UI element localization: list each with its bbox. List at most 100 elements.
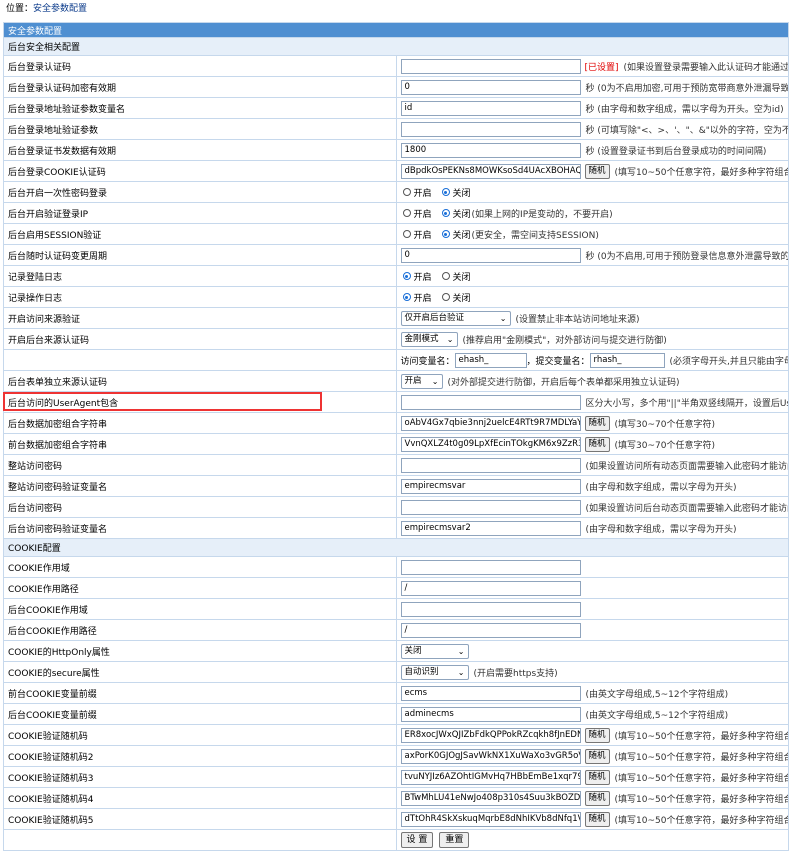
reset-button[interactable]: 重置 (439, 832, 470, 848)
row-label: COOKIE验证随机码2 (3, 745, 397, 767)
admin-source-code-select[interactable]: 金刚模式 ⌄ (400, 331, 458, 347)
table-row: 整站访问密码 (如果设置访问所有动态页面需要输入此密码才能访问，不修改请留空，如… (3, 454, 789, 476)
row-label: COOKIE验证随机码4 (3, 787, 397, 809)
radio-off[interactable] (441, 188, 450, 196)
random-button[interactable]: 随机 (584, 163, 610, 179)
visit-var-input[interactable]: ehash_ (454, 352, 527, 368)
radio-on[interactable] (402, 293, 411, 301)
hint: (由字母和数字组成，需以字母为开头) (585, 524, 737, 535)
table-row: 后台登录地址验证参数 秒 (可填写除"<、>、'、"、&"以外的字符，空为不开启… (3, 118, 789, 140)
radio-on[interactable] (402, 188, 411, 196)
random-button[interactable]: 随机 (584, 748, 610, 764)
random-button[interactable]: 随机 (584, 436, 610, 452)
radio-on-label: 开启 (413, 230, 432, 241)
table-row: 后台访问密码验证变量名 empirecmsvar2 (由字母和数字组成，需以字母为… (3, 517, 789, 539)
row-label: COOKIE验证随机码3 (3, 766, 397, 788)
front-encrypt-string-input[interactable]: VvnQXLZ4t0g09LpXfEcinTOkgKM6x9ZzR3 (400, 436, 581, 452)
row-label: COOKIE作用路径 (3, 577, 397, 599)
login-cookie-code-input[interactable]: dBpdkOsPEKNs8MOWKsoSd4UAcXBOHAQ (400, 163, 581, 179)
section-cookie-title: COOKIE配置 (3, 538, 789, 557)
security-config-table: 安全参数配置 后台安全相关配置 后台登录认证码 [已设置] (如果设置登录需要输入… (3, 22, 789, 851)
admin-cookie-path-input[interactable]: / (400, 622, 581, 638)
row-label (3, 829, 397, 851)
hint: 秒 (0为不启用,可用于预防登录信息意外泄露导致的安全问题) (585, 251, 788, 262)
cookie-random-code2-input[interactable]: axPorK0GJOgJSavWkNX1XuWaXo3vGR5oV (400, 748, 581, 764)
radio-off[interactable] (441, 209, 450, 217)
cookie-domain-input[interactable] (400, 559, 581, 575)
random-button[interactable]: 随机 (584, 790, 610, 806)
random-button[interactable]: 随机 (584, 727, 610, 743)
hint: (填写10~50个任意字符，最好多种字符组合) (614, 752, 789, 763)
admin-password-var-input[interactable]: empirecmsvar2 (400, 520, 581, 536)
cookie-random-code5-input[interactable]: dTtOhR4SkXskuqMqrbE8dNhIKVb8dNfq1V (400, 811, 581, 827)
cookie-random-code3-input[interactable]: tvuNYJIz6AZOhtIGMvHq7HBbEmBe1xqr79 (400, 769, 581, 785)
cookie-path-input[interactable]: / (400, 580, 581, 596)
site-password-var-input[interactable]: empirecmsvar (400, 478, 581, 494)
admin-encrypt-string-input[interactable]: oAbV4Gx7qbie3nnj2uelcE4RTt9R7MDLYaY (400, 415, 581, 431)
random-button[interactable]: 随机 (584, 769, 610, 785)
hint: (对外部提交进行防御，开启后每个表单都采用独立认证码) (447, 377, 680, 388)
breadcrumb-link[interactable]: 安全参数配置 (33, 4, 87, 14)
httponly-select[interactable]: 关闭 ⌄ (400, 643, 469, 659)
form-source-code-select[interactable]: 开启 ⌄ (400, 373, 443, 389)
chevron-down-icon: ⌄ (446, 334, 454, 344)
chevron-down-icon: ⌄ (499, 313, 507, 323)
hint: (由英文字母组成,5~12个字符组成) (585, 689, 729, 700)
row-label: 整站访问密码 (3, 454, 397, 476)
breadcrumb: 位置：安全参数配置 (0, 0, 792, 18)
table-row: 开启访问来源验证 仅开启后台验证 ⌄ (设置禁止非本站访问地址来源) (3, 307, 789, 329)
hint: 秒 (由字母和数字组成，需以字母为开头。空为id) (585, 104, 784, 115)
row-label: 后台开启验证登录IP (3, 202, 397, 224)
useragent-input[interactable] (400, 394, 581, 410)
row-label: 后台登录地址验证参数 (3, 118, 397, 140)
submit-button[interactable]: 设 置 (400, 832, 434, 848)
row-label: 后台访问密码验证变量名 (3, 517, 397, 539)
referer-check-select[interactable]: 仅开启后台验证 ⌄ (400, 310, 511, 326)
hint: (填写30~70个任意字符) (614, 419, 715, 430)
login-auth-code-input[interactable] (400, 58, 581, 74)
table-row: 后台启用SESSION验证 开启 关闭(更安全，需空间支持SESSION) (3, 223, 789, 245)
row-label: COOKIE验证随机码5 (3, 808, 397, 830)
row-label: 后台开启一次性密码登录 (3, 181, 397, 203)
cert-expire-input[interactable]: 1800 (400, 142, 581, 158)
login-param-name-input[interactable]: id (400, 100, 581, 116)
cookie-random-code4-input[interactable]: BTwMhLU41eNwJo408p310s4Suu3kBOZD (400, 790, 581, 806)
row-label: 记录登陆日志 (3, 265, 397, 287)
select-value: 自动识别 (404, 666, 439, 677)
front-cookie-prefix-input[interactable]: ecms (400, 685, 581, 701)
radio-on[interactable] (402, 209, 411, 217)
chevron-down-icon: ⌄ (431, 376, 439, 386)
secure-select[interactable]: 自动识别 ⌄ (400, 664, 469, 680)
admin-cookie-prefix-input[interactable]: adminecms (400, 706, 581, 722)
table-row: 后台开启一次性密码登录 开启 关闭 (3, 181, 789, 203)
hint: (填写10~50个任意字符，最好多种字符组合) (614, 167, 789, 178)
login-param-input[interactable] (400, 121, 581, 137)
radio-off[interactable] (441, 272, 450, 280)
random-button[interactable]: 随机 (584, 811, 610, 827)
admin-password-input[interactable] (400, 499, 581, 515)
radio-on[interactable] (402, 272, 411, 280)
row-label (3, 349, 397, 371)
radio-off[interactable] (441, 230, 450, 238)
row-label: 后台登录认证码加密有效期 (3, 76, 397, 98)
radio-off[interactable] (441, 293, 450, 301)
select-value: 金刚模式 (404, 333, 439, 344)
row-label: 后台数据加密组合字符串 (3, 412, 397, 434)
table-row: COOKIE验证随机码5 dTtOhR4SkXskuqMqrbE8dNhIKVb… (3, 808, 789, 830)
chevron-down-icon: ⌄ (457, 646, 465, 656)
submit-var-input[interactable]: rhash_ (589, 352, 665, 368)
row-label: 前台COOKIE变量前缀 (3, 682, 397, 704)
auth-change-period-input[interactable]: 0 (400, 247, 581, 263)
auth-code-expire-input[interactable]: 0 (400, 79, 581, 95)
table-row: 访问变量名：ehash_，提交变量名：rhash_ (必须字母开头,并且只能由字母… (3, 349, 789, 371)
table-header: 安全参数配置 (3, 22, 789, 38)
site-password-input[interactable] (400, 457, 581, 473)
random-button[interactable]: 随机 (584, 415, 610, 431)
table-row: 整站访问密码验证变量名 empirecmsvar (由字母和数字组成，需以字母为开… (3, 475, 789, 497)
radio-on[interactable] (402, 230, 411, 238)
admin-cookie-domain-input[interactable] (400, 601, 581, 617)
radio-off-label: 关闭 (452, 293, 471, 304)
cookie-random-code-input[interactable]: ER8xocJWxQJIZbFdkQPPokRZcqkh8fJnEDN (400, 727, 581, 743)
radio-off-label: 关闭 (452, 272, 471, 283)
radio-on-label: 开启 (413, 209, 432, 220)
